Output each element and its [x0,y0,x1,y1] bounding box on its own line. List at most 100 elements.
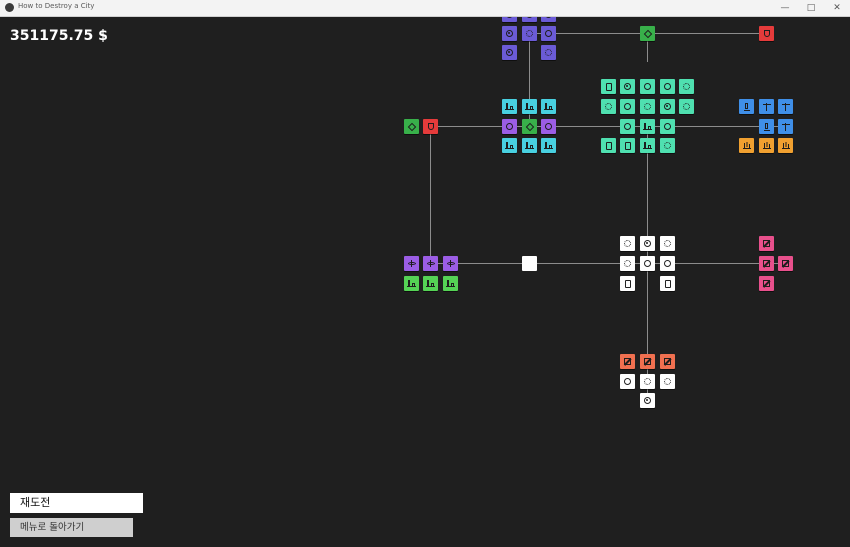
city-tile[interactable] [759,26,774,41]
empty-node[interactable] [522,256,537,271]
city-tile[interactable] [502,138,517,153]
city-tile[interactable] [660,256,675,271]
gear-icon [664,240,671,247]
city-tile[interactable] [443,256,458,271]
city-tile[interactable] [423,256,438,271]
city-tile[interactable] [541,138,556,153]
city-tile[interactable] [423,119,438,134]
city-tile[interactable] [620,119,635,134]
city-tile[interactable] [660,138,675,153]
city-tile[interactable] [759,99,774,114]
city-tile[interactable] [640,99,655,114]
city-tile[interactable] [404,256,419,271]
city-tile[interactable] [423,276,438,291]
ring-icon [624,103,631,110]
city-tile[interactable] [660,119,675,134]
city-tile[interactable] [620,138,635,153]
city-tile[interactable] [522,17,537,22]
crane-icon [781,102,790,111]
minimize-button[interactable]: — [772,0,798,16]
tower-icon [763,122,770,131]
city-tile[interactable] [778,138,793,153]
city-tile[interactable] [620,354,635,369]
city-tile[interactable] [620,256,635,271]
close-button[interactable]: ✕ [824,0,850,16]
city-tile[interactable] [660,374,675,389]
gear-icon [644,378,651,385]
city-tile[interactable] [759,119,774,134]
city-tile[interactable] [502,17,517,22]
city-tile[interactable] [739,99,754,114]
city-tile[interactable] [502,45,517,60]
city-tile[interactable] [502,119,517,134]
window-titlebar[interactable]: How to Destroy a City — □ ✕ [0,0,850,17]
city-tile[interactable] [522,26,537,41]
city-tile[interactable] [541,119,556,134]
city-tile[interactable] [640,374,655,389]
city-tile[interactable] [778,256,793,271]
city-tile[interactable] [541,45,556,60]
city-tile[interactable] [620,276,635,291]
crane-icon [781,122,790,131]
demolish-icon [781,259,790,268]
city-tile[interactable] [679,99,694,114]
city-tile[interactable] [660,276,675,291]
city-tile[interactable] [541,99,556,114]
city-tile[interactable] [404,119,419,134]
demolish-icon [762,279,771,288]
city-tile[interactable] [541,17,556,22]
ring-icon [624,123,631,130]
city-tile[interactable] [640,354,655,369]
gear-icon [644,103,651,110]
city-tile[interactable] [404,276,419,291]
city-tile[interactable] [640,236,655,251]
city-tile[interactable] [778,99,793,114]
city-tile[interactable] [759,138,774,153]
maximize-button[interactable]: □ [798,0,824,16]
city-tile[interactable] [640,138,655,153]
city-tile[interactable] [522,99,537,114]
city-tile[interactable] [759,236,774,251]
chart-icon [762,142,771,149]
target-icon [506,30,513,37]
ring-icon [664,83,671,90]
city-tile[interactable] [620,79,635,94]
city-tile[interactable] [660,79,675,94]
city-tile[interactable] [601,79,616,94]
city-tile[interactable] [502,26,517,41]
money-counter: 351175.75 $ [10,28,108,44]
city-tile[interactable] [601,99,616,114]
city-tile[interactable] [601,138,616,153]
city-tile[interactable] [640,393,655,408]
game-view[interactable]: 351175.75 $ 재도전 메뉴로 돌아가기 [0,17,850,547]
chart-icon [742,142,751,149]
factory-icon [643,142,652,149]
city-tile[interactable] [522,119,537,134]
city-tile[interactable] [502,99,517,114]
city-tile[interactable] [679,79,694,94]
city-tile[interactable] [660,236,675,251]
city-tile[interactable] [522,138,537,153]
city-tile[interactable] [660,99,675,114]
city-tile[interactable] [778,119,793,134]
city-tile[interactable] [739,138,754,153]
ring-icon [545,17,552,18]
city-tile[interactable] [759,276,774,291]
city-tile[interactable] [443,276,458,291]
city-tile[interactable] [640,256,655,271]
gear-icon [526,30,533,37]
city-tile[interactable] [660,354,675,369]
city-tile[interactable] [620,99,635,114]
city-tile[interactable] [620,374,635,389]
city-tile[interactable] [759,256,774,271]
back-to-menu-button[interactable]: 메뉴로 돌아가기 [10,518,133,537]
city-tile[interactable] [640,119,655,134]
city-tile[interactable] [640,26,655,41]
city-tile[interactable] [640,79,655,94]
app-icon [5,3,14,12]
document-icon [664,279,671,288]
city-tile[interactable] [620,236,635,251]
connector-line [430,126,790,127]
city-tile[interactable] [541,26,556,41]
retry-button[interactable]: 재도전 [10,493,143,513]
